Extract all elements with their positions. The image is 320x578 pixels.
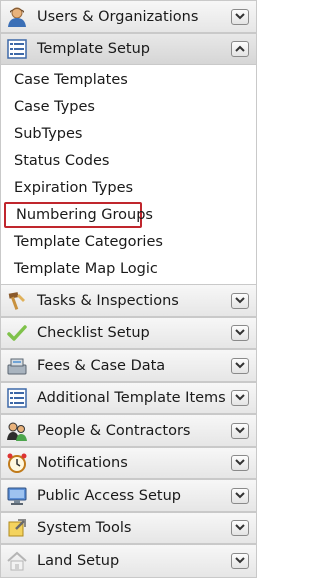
section-label: System Tools [37, 520, 132, 536]
list-item-numbering-groups[interactable]: Numbering Groups [4, 202, 153, 228]
user-icon [6, 6, 28, 28]
people-icon [6, 420, 28, 442]
section-people-contractors[interactable]: People & Contractors [0, 414, 257, 447]
list-item-case-types[interactable]: Case Types [14, 96, 95, 118]
section-label: Tasks & Inspections [37, 292, 179, 309]
chevron-down-icon[interactable] [231, 8, 249, 25]
section-label: Land Setup [37, 553, 120, 569]
section-notifications[interactable]: Notifications [0, 447, 257, 479]
checkmark-icon [6, 322, 28, 344]
computer-icon [6, 485, 28, 507]
wrench-icon [6, 517, 28, 539]
chevron-down-icon[interactable] [231, 390, 249, 406]
list-item-case-templates[interactable]: Case Templates [14, 69, 128, 91]
alarm-clock-icon [6, 452, 28, 474]
section-users-organizations[interactable]: Users & Organizations [0, 0, 257, 33]
house-icon [6, 550, 28, 572]
chevron-down-icon[interactable] [231, 455, 249, 471]
section-label: People & Contractors [37, 422, 191, 439]
list-item-template-map-logic[interactable]: Template Map Logic [14, 258, 158, 280]
chevron-down-icon[interactable] [231, 292, 249, 309]
admin-nav-panel: Users & Organizations Template Setup Cas… [0, 0, 257, 578]
section-fees-case-data[interactable]: Fees & Case Data [0, 349, 257, 382]
section-tasks-inspections[interactable]: Tasks & Inspections [0, 284, 257, 317]
chevron-down-icon[interactable] [231, 325, 249, 341]
list-icon [6, 38, 28, 60]
section-land-setup[interactable]: Land Setup [0, 544, 257, 578]
chevron-down-icon[interactable] [231, 357, 249, 374]
section-checklist-setup[interactable]: Checklist Setup [0, 317, 257, 349]
section-additional-template-items[interactable]: Additional Template Items [0, 382, 257, 414]
template-setup-items: Case Templates Case Types SubTypes Statu… [0, 65, 257, 286]
chevron-down-icon[interactable] [231, 487, 249, 504]
section-label: Notifications [37, 455, 128, 471]
chevron-down-icon[interactable] [231, 553, 249, 569]
list-item-template-categories[interactable]: Template Categories [14, 231, 163, 253]
section-label: Public Access Setup [37, 487, 181, 504]
section-system-tools[interactable]: System Tools [0, 512, 257, 544]
chevron-down-icon[interactable] [231, 520, 249, 536]
section-label: Users & Organizations [37, 8, 199, 25]
list-icon [6, 387, 28, 409]
section-template-setup[interactable]: Template Setup [0, 33, 257, 65]
list-item-status-codes[interactable]: Status Codes [14, 150, 110, 172]
section-label: Additional Template Items [37, 390, 226, 406]
cash-register-icon [6, 355, 28, 377]
hammer-icon [6, 290, 28, 312]
chevron-up-icon[interactable] [231, 41, 249, 57]
list-item-subtypes[interactable]: SubTypes [14, 123, 82, 145]
section-public-access-setup[interactable]: Public Access Setup [0, 479, 257, 512]
section-label: Template Setup [37, 41, 150, 57]
section-label: Fees & Case Data [37, 357, 166, 374]
list-item-expiration-types[interactable]: Expiration Types [14, 177, 133, 199]
chevron-down-icon[interactable] [231, 422, 249, 439]
section-label: Checklist Setup [37, 325, 150, 341]
